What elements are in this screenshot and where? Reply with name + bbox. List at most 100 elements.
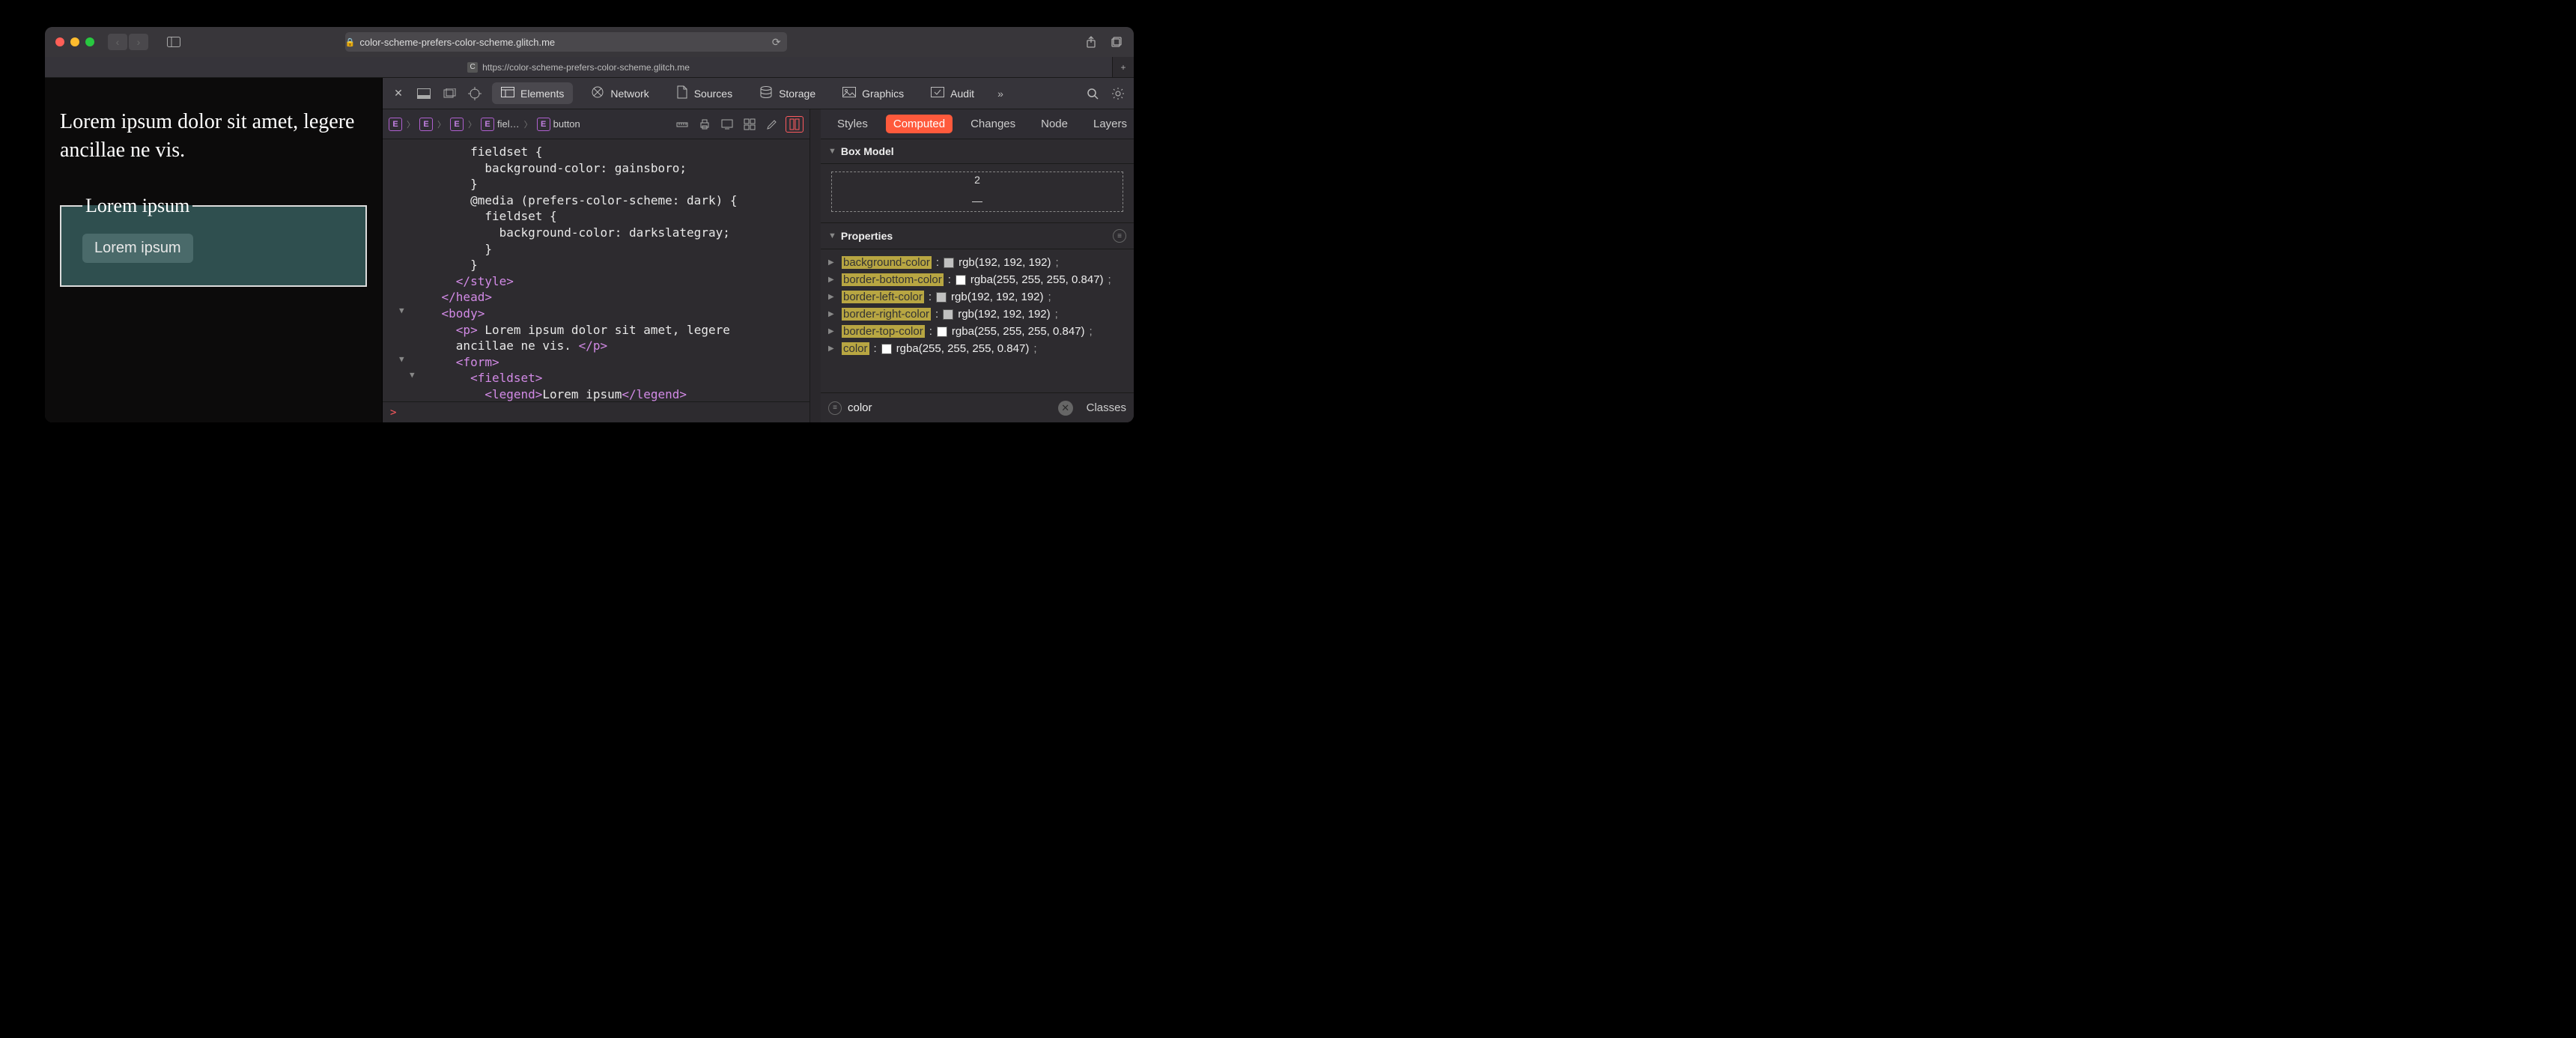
print-icon[interactable] <box>696 118 714 130</box>
grid-icon[interactable] <box>741 118 759 130</box>
sources-icon <box>676 85 688 101</box>
properties-label: Properties <box>841 230 893 242</box>
lock-icon: 🔒 <box>345 37 356 47</box>
maximize-window-button[interactable] <box>85 37 94 46</box>
crumb-2[interactable]: E <box>450 118 464 131</box>
url-text: color-scheme-prefers-color-scheme.glitch… <box>359 37 555 48</box>
body-area: Lorem ipsum dolor sit amet, legere ancil… <box>45 78 1134 422</box>
filter-row: ≡ ✕ Classes <box>821 392 1134 422</box>
ruler-icon[interactable] <box>673 118 691 130</box>
nav-buttons: ‹ › <box>108 34 148 50</box>
tab-elements[interactable]: Elements <box>492 82 573 104</box>
paint-icon[interactable] <box>763 118 781 130</box>
favicon: C <box>467 62 478 73</box>
prop-row[interactable]: ▶ border-left-color: rgb(192, 192, 192); <box>828 288 1126 306</box>
reload-icon[interactable]: ⟳ <box>772 36 787 49</box>
disclosure-triangle-icon: ▼ <box>828 147 836 156</box>
tab-layers[interactable]: Layers <box>1086 115 1134 133</box>
properties-list: ▶ background-color: rgb(192, 192, 192); … <box>821 249 1134 392</box>
rendered-page: Lorem ipsum dolor sit amet, legere ancil… <box>45 78 382 422</box>
tab-sources[interactable]: Sources <box>667 81 741 106</box>
properties-header[interactable]: ▼ Properties ≡ <box>821 223 1134 249</box>
safari-window: ‹ › 🔒 color-scheme-prefers-color-scheme.… <box>45 27 1134 422</box>
tab-styles[interactable]: Styles <box>830 115 875 133</box>
dock-bottom-icon[interactable] <box>416 88 432 99</box>
prop-row[interactable]: ▶ border-bottom-color: rgba(255, 255, 25… <box>828 271 1126 288</box>
devtools-main: E 〉 E 〉 E 〉 Efiel… 〉 Ebutton <box>383 109 1134 422</box>
console-prompt[interactable]: > <box>383 401 809 422</box>
page-button[interactable]: Lorem ipsum <box>82 234 193 263</box>
tabbar: C https://color-scheme-prefers-color-sch… <box>45 57 1134 78</box>
prop-row[interactable]: ▶ color: rgba(255, 255, 255, 0.847); <box>828 340 1126 357</box>
page-fieldset: Lorem ipsum Lorem ipsum <box>60 195 367 287</box>
source-tree[interactable]: fieldset { background-color: gainsboro; … <box>383 139 809 401</box>
prop-row[interactable]: ▶ border-right-color: rgb(192, 192, 192)… <box>828 306 1126 323</box>
tab-audit[interactable]: Audit <box>922 82 983 104</box>
browser-tab[interactable]: C https://color-scheme-prefers-color-sch… <box>45 57 1113 77</box>
tab-graphics[interactable]: Graphics <box>833 82 913 104</box>
disclosure-triangle-icon: ▼ <box>828 231 836 240</box>
boxmodel-header[interactable]: ▼ Box Model <box>821 139 1134 164</box>
tab-changes[interactable]: Changes <box>963 115 1023 133</box>
share-icon[interactable] <box>1084 35 1098 49</box>
filter-icon[interactable]: ≡ <box>828 401 842 415</box>
elements-icon <box>501 87 514 100</box>
sidebar-toggle-icon[interactable] <box>162 34 186 50</box>
titlebar: ‹ › 🔒 color-scheme-prefers-color-scheme.… <box>45 27 1134 57</box>
tab-storage[interactable]: Storage <box>750 82 824 105</box>
tab-title: https://color-scheme-prefers-color-schem… <box>482 62 690 73</box>
tab-sources-label: Sources <box>694 88 732 100</box>
crumb-1[interactable]: E <box>419 118 433 131</box>
color-swatch <box>944 258 954 268</box>
tab-network[interactable]: Network <box>582 81 657 106</box>
boxmodel-diagram: 2 — <box>821 164 1134 223</box>
network-icon <box>591 85 604 101</box>
storage-icon <box>759 86 773 100</box>
url-bar[interactable]: 🔒 color-scheme-prefers-color-scheme.glit… <box>345 32 787 52</box>
close-window-button[interactable] <box>55 37 64 46</box>
devtools: ✕ Elements Network Sources <box>382 78 1134 422</box>
boxmodel-label: Box Model <box>841 145 894 157</box>
elements-pane: E 〉 E 〉 E 〉 Efiel… 〉 Ebutton <box>383 109 810 422</box>
page-form: Lorem ipsum Lorem ipsum <box>60 195 367 287</box>
minimize-window-button[interactable] <box>70 37 79 46</box>
tab-node[interactable]: Node <box>1033 115 1075 133</box>
close-devtools-icon[interactable]: ✕ <box>390 87 407 100</box>
forward-button[interactable]: › <box>129 34 148 50</box>
target-icon[interactable] <box>467 87 483 100</box>
filter-icon[interactable]: ≡ <box>1113 229 1126 243</box>
dock-popup-icon[interactable] <box>441 88 458 99</box>
filter-input[interactable] <box>848 401 1052 414</box>
styles-pane: Styles Computed Changes Node Layers ▼ Bo… <box>821 109 1134 422</box>
tab-elements-label: Elements <box>520 88 564 100</box>
prop-row[interactable]: ▶ background-color: rgb(192, 192, 192); <box>828 254 1126 271</box>
device-icon[interactable] <box>718 119 736 130</box>
crumb-3[interactable]: Efiel… <box>481 118 520 131</box>
boxmodel-top-value: 2 <box>974 174 980 186</box>
overflow-icon[interactable]: » <box>992 88 1009 100</box>
color-swatch <box>881 344 892 354</box>
settings-gear-icon[interactable] <box>1110 87 1126 100</box>
color-swatch <box>937 327 947 337</box>
tabs-overview-icon[interactable] <box>1110 35 1123 49</box>
elements-scrollbar[interactable] <box>810 109 821 422</box>
titlebar-right <box>1084 35 1123 49</box>
tab-network-label: Network <box>610 88 648 100</box>
new-tab-button[interactable]: + <box>1113 62 1134 73</box>
search-icon[interactable] <box>1084 88 1101 100</box>
breadcrumb: E 〉 E 〉 E 〉 Efiel… 〉 Ebutton <box>383 109 809 139</box>
color-swatch <box>956 275 966 285</box>
tab-storage-label: Storage <box>779 88 815 100</box>
prop-row[interactable]: ▶ border-top-color: rgba(255, 255, 255, … <box>828 323 1126 340</box>
crumb-4[interactable]: Ebutton <box>537 118 580 131</box>
graphics-icon <box>842 87 856 100</box>
crumb-0[interactable]: E <box>389 118 402 131</box>
tab-computed[interactable]: Computed <box>886 115 953 133</box>
color-swatch <box>936 292 947 303</box>
compositing-icon[interactable] <box>786 116 804 133</box>
clear-filter-icon[interactable]: ✕ <box>1058 401 1073 416</box>
audit-icon <box>931 87 944 100</box>
devtools-top: ✕ Elements Network Sources <box>383 78 1134 109</box>
back-button[interactable]: ‹ <box>108 34 127 50</box>
classes-button[interactable]: Classes <box>1079 401 1126 414</box>
